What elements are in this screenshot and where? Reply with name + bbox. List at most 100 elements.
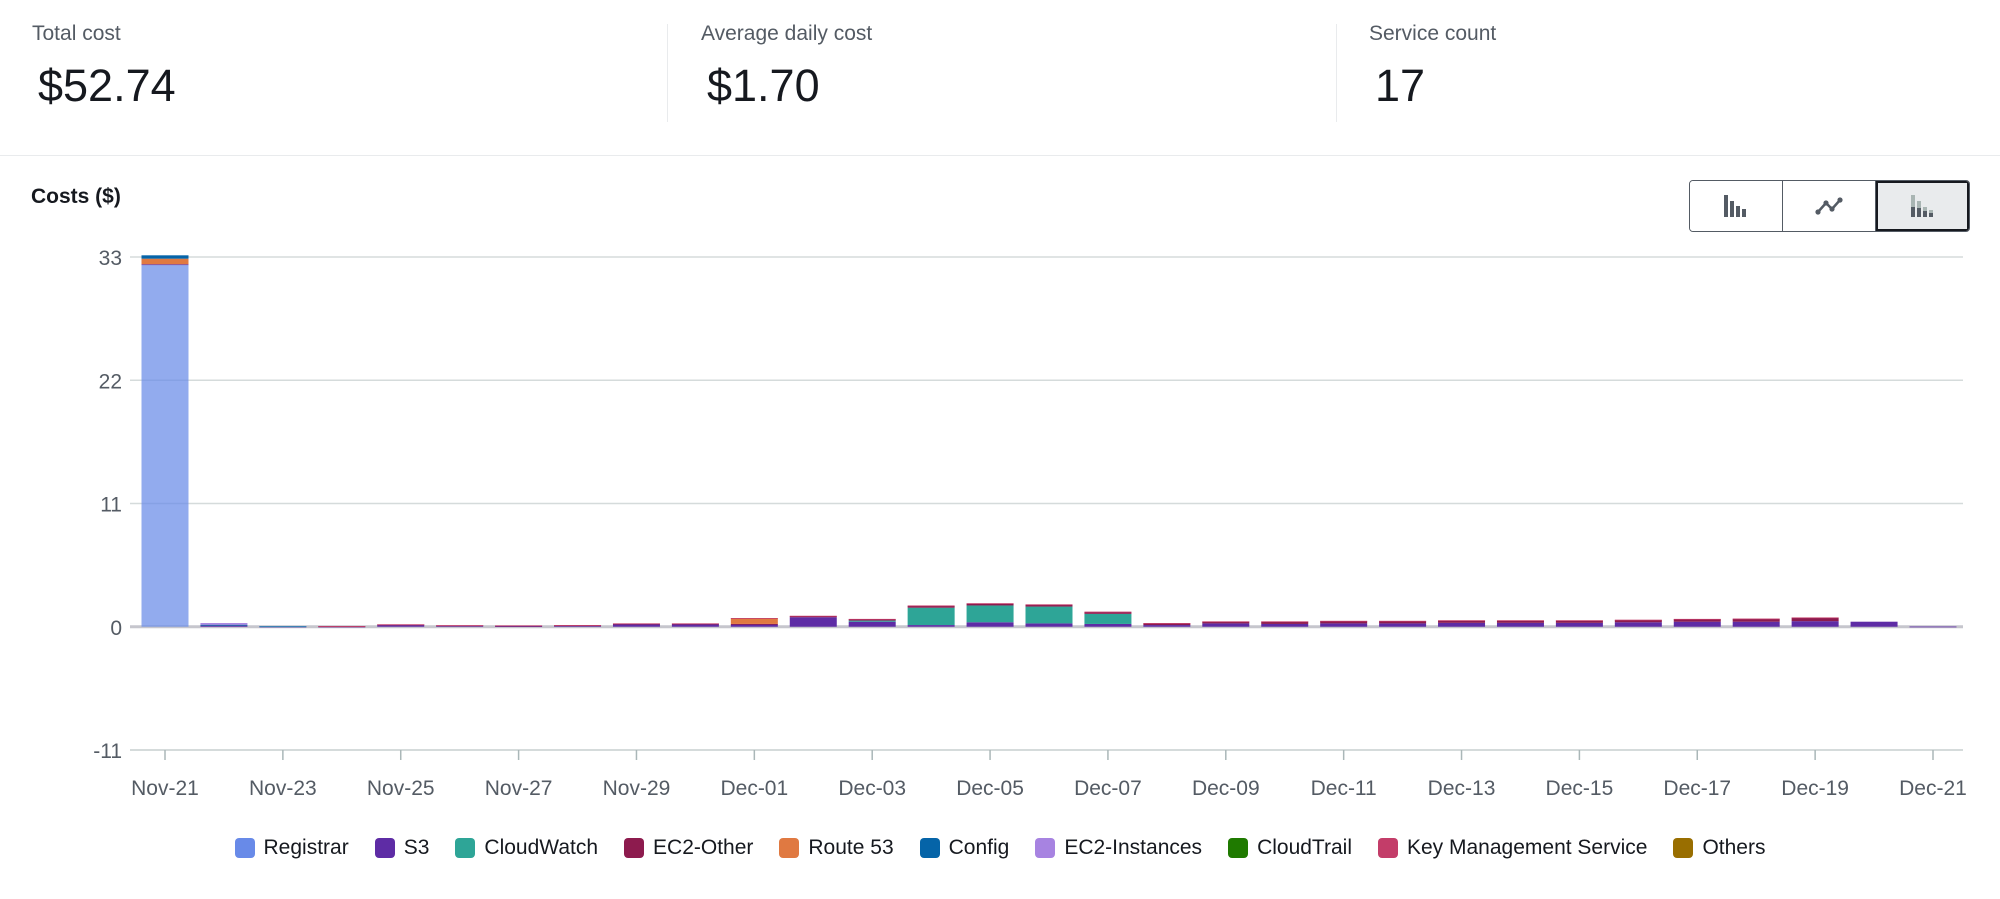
bar-segment	[1791, 617, 1839, 622]
bar-segment	[1261, 621, 1309, 623]
legend-swatch	[624, 838, 645, 858]
bar-stack	[1732, 618, 1780, 627]
kpi-service-count: Service count 17	[1361, 22, 1496, 122]
bar-stack	[1320, 620, 1368, 627]
legend-item[interactable]: CloudWatch	[455, 836, 598, 860]
bar-segment	[436, 625, 484, 626]
x-axis: Nov-21 Nov-23 Nov-25 Nov-27 Nov-29 Dec-01 Dec-…	[130, 749, 1967, 800]
bar-segment	[1850, 621, 1898, 627]
legend-swatch	[1673, 838, 1694, 858]
bar-chart-button[interactable]	[1690, 181, 1783, 231]
bar-segment	[730, 618, 778, 624]
kpi-label: Total cost	[32, 22, 121, 45]
legend-item[interactable]: Config	[919, 836, 1009, 860]
legend-label: EC2-Other	[653, 836, 754, 859]
bar-stack	[436, 625, 484, 627]
bar-segment	[612, 623, 660, 625]
legend-label: CloudWatch	[484, 836, 599, 859]
bar-segment	[907, 607, 955, 626]
bars	[141, 255, 1957, 628]
bar-segment	[907, 606, 955, 608]
bar-segment	[495, 625, 543, 627]
x-tick-label: Nov-25	[367, 777, 435, 800]
bar-stack	[612, 623, 660, 627]
x-tick-label: Nov-21	[131, 777, 199, 800]
bar-segment	[1791, 617, 1839, 619]
stacked-bar-chart-button[interactable]	[1876, 181, 1969, 231]
bar-segment	[141, 264, 189, 266]
bar-segment	[1143, 625, 1191, 627]
legend-swatch	[1035, 838, 1056, 858]
bar-segment	[1614, 622, 1662, 627]
bar-stack	[1261, 621, 1309, 627]
bar-segment	[141, 258, 189, 265]
bar-segment	[966, 622, 1014, 627]
kpi-label: Average daily cost	[701, 22, 873, 45]
y-tick-label: 0	[110, 617, 122, 640]
bar-segment	[1909, 626, 1957, 628]
bar-segment	[848, 618, 896, 620]
cost-stacked-bar-chart: 3322110-11 Nov-21 Nov-23 Nov-25 Nov-27 Nov-2…	[93, 247, 1967, 800]
bar-segment	[966, 603, 1014, 606]
bar-stack	[730, 618, 778, 627]
legend-item[interactable]: EC2-Other	[624, 836, 753, 860]
legend-swatch	[1377, 838, 1398, 858]
bar-segment	[730, 623, 778, 625]
bar-stack	[1673, 618, 1721, 627]
bar-stack	[848, 618, 896, 627]
bar-segment	[1084, 611, 1132, 613]
y-tick-label: 22	[99, 370, 122, 393]
legend-label: EC2-Instances	[1064, 836, 1203, 859]
kpi-value: $52.74	[38, 60, 176, 111]
bar-segment	[789, 617, 837, 627]
legend-label: Registrar	[263, 836, 349, 859]
x-tick-label: Dec-13	[1428, 777, 1496, 800]
legend-label: CloudTrail	[1257, 836, 1352, 859]
legend-item[interactable]: Route 53	[779, 836, 894, 860]
x-tick-label: Nov-23	[249, 777, 317, 800]
bar-segment	[671, 623, 719, 625]
legend-item[interactable]: Others	[1673, 836, 1765, 860]
bar-stack	[1614, 619, 1662, 627]
gridlines	[130, 256, 1963, 751]
bar-stack	[1791, 617, 1839, 627]
x-tick-label: Dec-05	[956, 777, 1024, 800]
bar-stack	[966, 603, 1014, 627]
bar-segment	[848, 620, 896, 622]
bar-segment	[730, 624, 778, 627]
bar-stack	[1438, 620, 1486, 627]
legend-swatch	[455, 838, 476, 858]
legend-item[interactable]: Registrar	[234, 836, 349, 860]
kpi-value: 17	[1375, 60, 1426, 111]
bar-segment	[1202, 623, 1250, 627]
bar-chart-icon	[1724, 195, 1746, 217]
bar-segment	[1438, 620, 1486, 622]
bar-segment	[1025, 604, 1073, 606]
kpi-divider	[1336, 24, 1337, 122]
bar-stack	[1850, 621, 1898, 627]
line-chart-button[interactable]	[1783, 181, 1876, 231]
bar-stack	[377, 624, 425, 627]
legend-label: Others	[1702, 836, 1766, 859]
bar-segment	[200, 625, 248, 627]
bar-stack	[1025, 604, 1073, 627]
legend-item[interactable]: CloudTrail	[1228, 836, 1352, 860]
bar-stack	[1909, 626, 1957, 628]
bar-segment	[1379, 620, 1427, 622]
bar-segment	[966, 603, 1014, 605]
x-tick-label: Dec-09	[1192, 777, 1260, 800]
bar-segment	[730, 618, 778, 619]
bar-segment	[554, 625, 602, 626]
bar-stack	[200, 623, 248, 627]
legend-item[interactable]: Key Management Service	[1377, 836, 1647, 860]
bar-segment	[377, 625, 425, 627]
bar-segment	[1084, 623, 1132, 627]
legend-item[interactable]: S3	[374, 836, 429, 860]
bar-segment	[612, 624, 660, 627]
chart-type-toggle	[1689, 180, 1970, 232]
bar-segment	[1320, 620, 1368, 622]
legend-swatch	[1228, 838, 1249, 858]
line-chart-icon	[1815, 197, 1843, 215]
kpi-total-cost: Total cost $52.74	[24, 22, 176, 122]
legend-item[interactable]: EC2-Instances	[1035, 836, 1202, 860]
